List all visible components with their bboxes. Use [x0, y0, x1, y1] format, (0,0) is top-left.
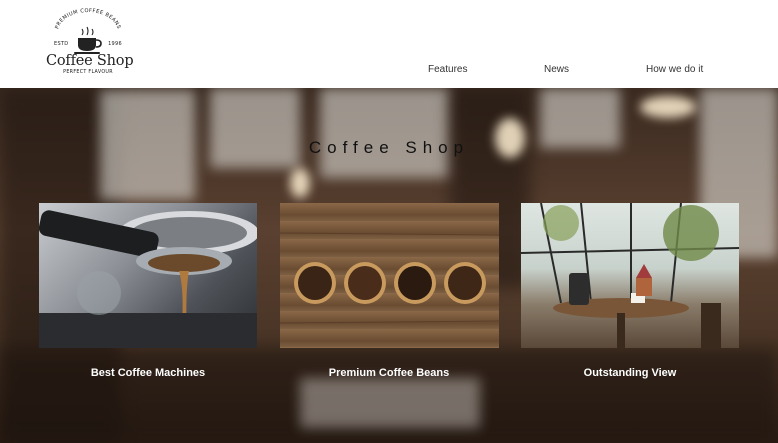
- coffee-shop-logo[interactable]: PREMIUM COFFEE BEANS ESTD 1996 Coffee Sh…: [46, 8, 134, 82]
- nav-how-we-do-it[interactable]: How we do it: [646, 64, 703, 75]
- nav-features[interactable]: Features: [428, 64, 467, 75]
- logo-tagline: PERFECT FLAVOUR: [63, 70, 113, 75]
- card-caption-view[interactable]: Outstanding View: [521, 367, 739, 379]
- logo-name: Coffee Shop: [46, 53, 134, 69]
- card-caption-machines[interactable]: Best Coffee Machines: [39, 367, 257, 379]
- card-caption-beans[interactable]: Premium Coffee Beans: [280, 367, 498, 379]
- cafe-illustration: [521, 203, 739, 348]
- hero-title: Coffee Shop: [308, 138, 470, 157]
- hero-section: Coffee Shop Best Coffee Machines Premium…: [0, 88, 778, 443]
- coffee-cup-icon: [74, 26, 102, 54]
- coffee-beans-image[interactable]: [280, 203, 499, 348]
- nav-news[interactable]: News: [544, 64, 569, 75]
- site-header: PREMIUM COFFEE BEANS ESTD 1996 Coffee Sh…: [0, 0, 778, 88]
- espresso-illustration: [39, 210, 257, 348]
- beans-illustration: [280, 232, 499, 324]
- logo-year: 1996: [108, 41, 122, 47]
- logo-est: ESTD: [54, 41, 69, 47]
- cafe-view-image[interactable]: [521, 203, 739, 348]
- espresso-machine-image[interactable]: [39, 203, 257, 348]
